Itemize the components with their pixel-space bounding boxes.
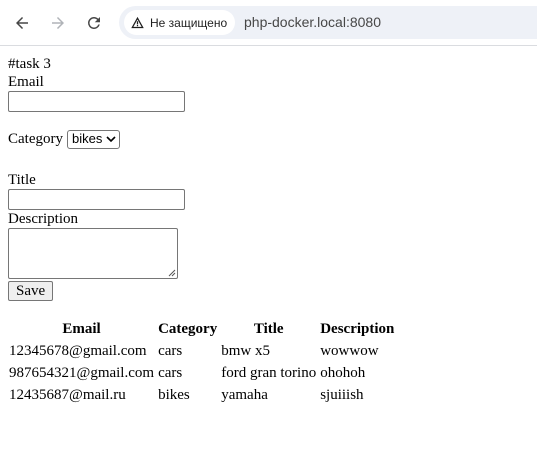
cell-title: ford gran torino — [221, 365, 317, 381]
forward-button[interactable] — [44, 9, 72, 37]
cell-description: sjuiiish — [320, 387, 364, 403]
email-label: Email — [8, 74, 44, 90]
records-table: Email Category Title Description 1234567… — [6, 317, 397, 407]
save-button[interactable]: Save — [8, 281, 54, 301]
header-title: Title — [253, 321, 284, 337]
arrow-left-icon — [16, 17, 28, 29]
reload-icon — [87, 16, 100, 29]
chevron-down-icon — [106, 136, 116, 143]
table-row: 12345678@gmail.com cars bmw x5 wowwow — [8, 341, 395, 361]
description-label: Description — [8, 211, 78, 227]
back-button[interactable] — [8, 9, 36, 37]
email-field[interactable] — [8, 91, 185, 112]
title-label: Title — [8, 172, 36, 188]
cell-title: yamaha — [221, 387, 268, 403]
category-row: Category bikes — [8, 129, 397, 149]
table-row: 12435687@mail.ru bikes yamaha sjuiiish — [8, 385, 395, 405]
cell-email: 987654321@gmail.com — [9, 365, 155, 381]
resize-handle-icon[interactable] — [168, 269, 176, 277]
page-heading: #task 3 — [8, 56, 51, 72]
cell-category: cars — [158, 365, 183, 381]
title-field[interactable] — [8, 189, 185, 210]
header-category: Category — [158, 321, 218, 337]
header-description: Description — [320, 321, 395, 337]
cell-category: bikes — [158, 387, 190, 403]
category-select[interactable]: bikes — [66, 129, 121, 149]
url-text[interactable]: php-docker.local:8080 — [244, 14, 381, 30]
description-field[interactable] — [8, 228, 178, 279]
cell-email: 12345678@gmail.com — [9, 343, 147, 359]
security-label: Не защищено — [150, 15, 228, 30]
security-chip[interactable]: Не защищено — [124, 10, 236, 35]
cell-description: wowwow — [320, 343, 379, 359]
cell-email: 12435687@mail.ru — [9, 387, 126, 403]
table-header-row: Email Category Title Description — [8, 319, 395, 339]
warning-icon — [131, 16, 144, 29]
table-row: 987654321@gmail.com cars ford gran torin… — [8, 363, 395, 383]
address-bar[interactable]: Не защищено php-docker.local:8080 — [119, 6, 537, 39]
cell-title: bmw x5 — [221, 343, 270, 359]
page-content: #task 3 Email Category bikes Title Descr… — [8, 55, 397, 407]
cell-category: cars — [158, 343, 183, 359]
header-email: Email — [62, 321, 101, 337]
category-selected-value: bikes — [71, 131, 103, 146]
browser-toolbar: Не защищено php-docker.local:8080 — [0, 0, 537, 46]
arrow-right-icon — [52, 17, 64, 29]
reload-button[interactable] — [80, 9, 108, 37]
cell-description: ohohoh — [320, 365, 366, 381]
category-label: Category — [8, 131, 63, 147]
